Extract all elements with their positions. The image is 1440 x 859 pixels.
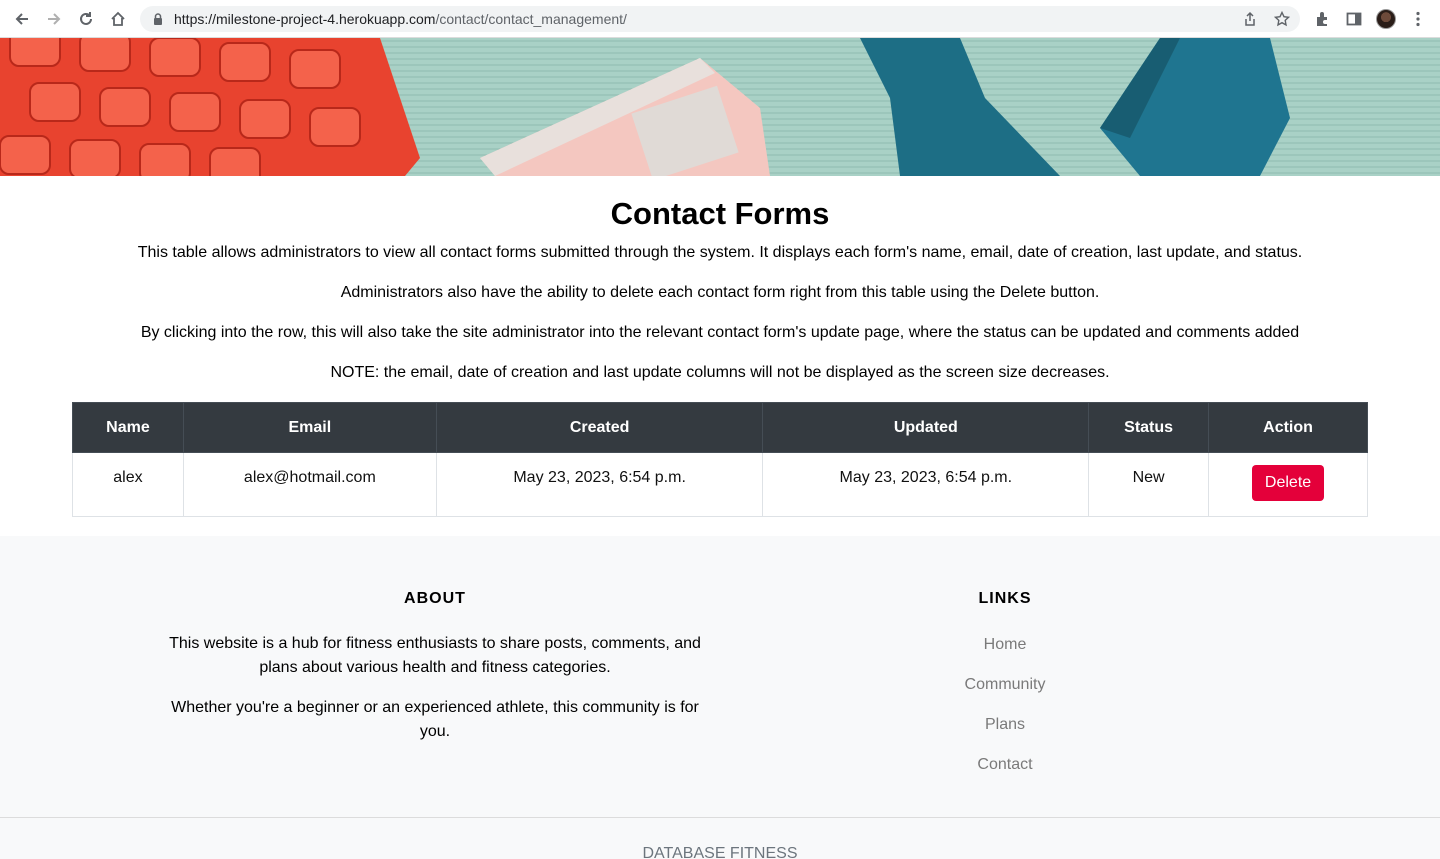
cell-name: alex	[72, 452, 184, 517]
footer-link-community[interactable]: Community	[905, 676, 1105, 694]
links-heading: LINKS	[978, 590, 1032, 607]
url-text: https://milestone-project-4.herokuapp.co…	[174, 11, 627, 27]
cell-email: alex@hotmail.com	[182, 452, 437, 517]
side-panel-icon[interactable]	[1345, 10, 1363, 28]
footer-brand: DATABASE FITNESS	[642, 845, 798, 859]
menu-kebab-icon[interactable]	[1409, 10, 1427, 28]
address-bar[interactable]: https://milestone-project-4.herokuapp.co…	[140, 6, 1300, 32]
row-click-paragraph: By clicking into the row, this will also…	[140, 324, 1300, 341]
contact-forms-table: Name Email Created Updated Status Action…	[72, 402, 1368, 517]
header-action: Action	[1208, 402, 1368, 453]
url-path: /contact/contact_management/	[435, 11, 627, 27]
site-footer: ABOUT This website is a hub for fitness …	[0, 536, 1440, 859]
header-updated: Updated	[762, 402, 1090, 453]
cell-updated: May 23, 2023, 6:54 p.m.	[762, 452, 1090, 517]
forward-icon[interactable]	[44, 9, 64, 29]
delete-info-paragraph: Administrators also have the ability to …	[340, 284, 1100, 301]
hero-banner-image	[0, 38, 1440, 176]
cell-status: New	[1088, 452, 1210, 517]
note-paragraph: NOTE: the email, date of creation and la…	[330, 364, 1110, 381]
about-heading: ABOUT	[404, 590, 466, 607]
header-email: Email	[182, 402, 437, 453]
share-icon[interactable]	[1242, 11, 1258, 27]
back-icon[interactable]	[12, 9, 32, 29]
home-icon[interactable]	[108, 9, 128, 29]
footer-link-contact[interactable]: Contact	[905, 756, 1105, 774]
page-title: Contact Forms	[610, 196, 830, 231]
header-name: Name	[72, 402, 184, 453]
cell-action: Delete	[1208, 452, 1368, 517]
about-paragraph-2: Whether you're a beginner or an experien…	[171, 699, 699, 740]
table-row[interactable]: alex alex@hotmail.com May 23, 2023, 6:54…	[72, 452, 1368, 517]
url-host: https://milestone-project-4.herokuapp.co…	[174, 11, 436, 27]
footer-divider	[0, 817, 1440, 818]
bookmark-star-icon[interactable]	[1274, 11, 1290, 27]
reload-icon[interactable]	[76, 9, 96, 29]
footer-link-plans[interactable]: Plans	[905, 716, 1105, 734]
header-status: Status	[1088, 402, 1210, 453]
about-paragraph-1: This website is a hub for fitness enthus…	[169, 635, 701, 676]
profile-avatar[interactable]	[1376, 9, 1396, 29]
header-created: Created	[435, 402, 764, 453]
intro-paragraph: This table allows administrators to view…	[137, 244, 1303, 261]
cell-created: May 23, 2023, 6:54 p.m.	[435, 452, 764, 517]
lock-icon	[154, 13, 162, 25]
extensions-icon[interactable]	[1313, 10, 1331, 28]
browser-toolbar: https://milestone-project-4.herokuapp.co…	[0, 0, 1440, 38]
table-header-row: Name Email Created Updated Status Action	[72, 402, 1368, 453]
footer-link-home[interactable]: Home	[905, 636, 1105, 654]
main-content: Contact Forms This table allows administ…	[0, 176, 1440, 536]
delete-button[interactable]: Delete	[1251, 465, 1325, 501]
